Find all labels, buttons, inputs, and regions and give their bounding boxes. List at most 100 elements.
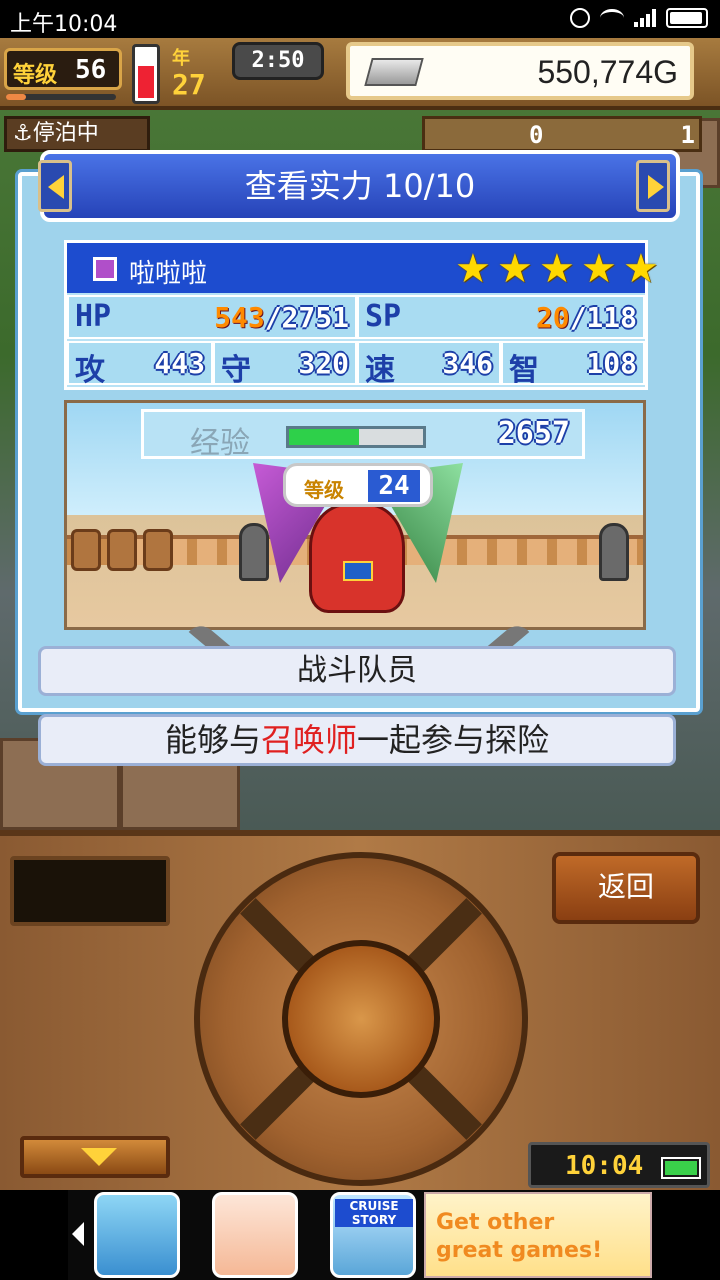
intelligence-stat: 智 108 bbox=[501, 341, 645, 388]
ad-game-thumbnail[interactable] bbox=[212, 1192, 298, 1278]
back-button[interactable]: 返回 bbox=[552, 852, 700, 924]
anchor-status-tab[interactable]: ⚓停泊中 bbox=[4, 116, 150, 152]
barrel-sprite bbox=[143, 529, 173, 571]
resource-count-b: 1 bbox=[680, 121, 695, 149]
next-character-button[interactable] bbox=[636, 160, 670, 212]
intelligence-value: 108 bbox=[586, 347, 637, 380]
experience-box: 经验 2657 bbox=[141, 409, 585, 461]
barrel-sprite bbox=[71, 529, 101, 571]
resource-counter: 0 1 bbox=[422, 116, 702, 152]
level-progress-bar bbox=[6, 94, 116, 100]
name-row: 啦啦啦 ★ ★ ★ ★ ★ bbox=[67, 243, 659, 293]
panel-slot bbox=[10, 856, 170, 926]
rarity-stars: ★ ★ ★ ★ ★ bbox=[455, 249, 663, 289]
game-screen: 上午10:04 等级 56 年 27 2:50 550,774G ⚓停泊中 0 bbox=[0, 0, 720, 1280]
status-time: 上午10:04 bbox=[10, 12, 118, 37]
star-icon: ★ bbox=[623, 246, 659, 292]
character-level-label: 等级 bbox=[304, 478, 344, 502]
gold-display: 550,774G bbox=[346, 42, 694, 100]
description-text-post: 一起参与探险 bbox=[357, 721, 550, 759]
wifi-icon bbox=[600, 9, 624, 27]
gold-value: 550,774G bbox=[537, 54, 678, 90]
attack-stat: 攻 443 bbox=[67, 341, 213, 388]
sp-current: 20 bbox=[535, 301, 570, 334]
attack-label: 攻 bbox=[75, 353, 105, 388]
sp-label: SP bbox=[365, 299, 402, 334]
year-value: 27 bbox=[172, 68, 206, 101]
silver-bar-icon bbox=[364, 58, 424, 86]
hp-stat: HP 543/2751 bbox=[67, 295, 357, 339]
cannon-sprite bbox=[599, 523, 629, 581]
anchor-status-label: 停泊中 bbox=[32, 121, 99, 146]
star-icon: ★ bbox=[455, 246, 491, 292]
building-sprite bbox=[120, 758, 240, 830]
wheel-center-button[interactable] bbox=[282, 940, 440, 1098]
description-text-pre: 能够与 bbox=[164, 721, 261, 759]
arrow-left-icon bbox=[48, 175, 64, 199]
menu-down-button[interactable] bbox=[20, 1136, 170, 1178]
alarm-icon bbox=[570, 8, 590, 28]
monster-body bbox=[309, 503, 405, 613]
level-value: 56 bbox=[75, 55, 107, 85]
star-icon: ★ bbox=[539, 246, 575, 292]
ad-game-thumbnail[interactable] bbox=[94, 1192, 180, 1278]
battery-icon bbox=[661, 1157, 701, 1179]
defense-stat: 守 320 bbox=[213, 341, 357, 388]
character-level-bubble: 等级 24 bbox=[283, 463, 433, 507]
ad-prev-icon[interactable] bbox=[72, 1222, 84, 1246]
ad-game-thumbnail[interactable]: CRUISE STORY bbox=[330, 1192, 416, 1278]
arrow-down-icon bbox=[81, 1148, 117, 1166]
sp-stat: SP 20/118 bbox=[357, 295, 645, 339]
class-icon bbox=[93, 257, 117, 281]
hp-label: HP bbox=[75, 299, 112, 334]
speed-stat: 速 346 bbox=[357, 341, 501, 388]
sp-max: /118 bbox=[569, 301, 637, 334]
year-label: 年 bbox=[172, 48, 190, 69]
top-hud: 等级 56 年 27 2:50 550,774G bbox=[0, 38, 720, 110]
player-level-box[interactable]: 等级 56 bbox=[4, 48, 122, 90]
description-highlight: 召唤师 bbox=[260, 721, 357, 759]
ad-cta-line2: great games! bbox=[436, 1238, 603, 1263]
experience-bar bbox=[286, 426, 426, 448]
prev-character-button[interactable] bbox=[38, 160, 72, 212]
monster-belt bbox=[343, 561, 373, 581]
character-level-value: 24 bbox=[368, 470, 420, 502]
description-bar: 能够与召唤师一起参与探险 bbox=[38, 714, 676, 766]
dialog-title: 查看实力 10/10 bbox=[40, 150, 680, 222]
role-label: 战斗队员 bbox=[38, 646, 676, 696]
speed-value: 346 bbox=[442, 347, 493, 380]
ad-banner[interactable]: CRUISE STORY Get other great games! bbox=[68, 1190, 652, 1280]
barrel-sprite bbox=[107, 529, 137, 571]
intelligence-label: 智 bbox=[509, 353, 539, 388]
anchor-icon: ⚓ bbox=[13, 121, 33, 146]
stamina-potion-icon bbox=[132, 44, 160, 104]
status-icons bbox=[570, 8, 708, 28]
resource-count-a: 0 bbox=[529, 121, 544, 149]
game-time-display: 10:04 bbox=[528, 1142, 710, 1188]
arrow-right-icon bbox=[648, 175, 664, 199]
game-clock: 2:50 bbox=[232, 42, 324, 80]
experience-value: 2657 bbox=[497, 416, 570, 451]
character-scene: 经验 2657 等级 24 bbox=[64, 400, 646, 630]
control-wheel[interactable] bbox=[194, 852, 528, 1186]
status-bar: 上午10:04 bbox=[0, 0, 720, 38]
controller-panel: 返回 10:04 bbox=[0, 830, 720, 1190]
game-time: 10:04 bbox=[565, 1151, 644, 1181]
star-icon: ★ bbox=[581, 246, 617, 292]
signal-icon bbox=[634, 9, 656, 27]
stats-panel: 啦啦啦 ★ ★ ★ ★ ★ HP 543/2751 SP 20/118 攻 44… bbox=[64, 240, 659, 390]
defense-value: 320 bbox=[298, 347, 349, 380]
level-label: 等级 bbox=[13, 63, 58, 88]
secondary-hud: ⚓停泊中 0 1 bbox=[0, 114, 720, 154]
star-icon: ★ bbox=[497, 246, 533, 292]
attack-value: 443 bbox=[154, 347, 205, 380]
hp-current: 543 bbox=[214, 301, 265, 334]
ad-cta-line1: Get other bbox=[436, 1210, 555, 1235]
battery-icon bbox=[666, 8, 708, 28]
defense-label: 守 bbox=[221, 353, 251, 388]
ad-cta[interactable]: Get other great games! bbox=[424, 1192, 652, 1278]
character-name: 啦啦啦 bbox=[129, 259, 208, 289]
speed-label: 速 bbox=[365, 353, 395, 388]
sp-value: 20/118 bbox=[536, 301, 637, 334]
experience-label: 经验 bbox=[190, 426, 250, 461]
